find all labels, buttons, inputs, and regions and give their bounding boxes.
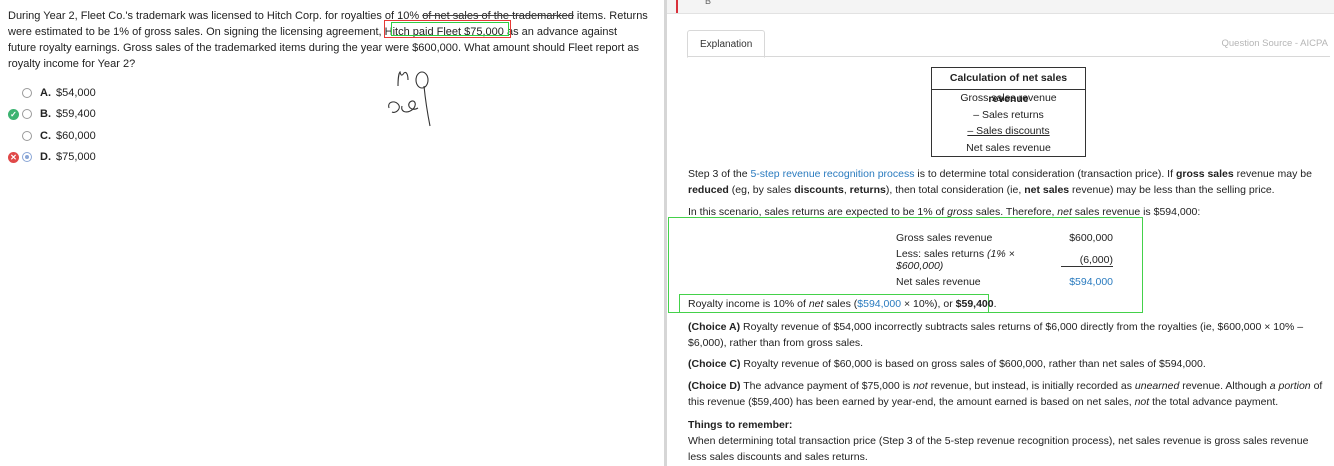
status-icon — [8, 130, 19, 141]
calc-row: – Sales returns — [973, 108, 1044, 121]
table-row: Less: sales returns (1% × $600,000) (6,0… — [896, 248, 1113, 272]
table-row: Net sales revenue $594,000 — [896, 276, 1113, 288]
calc-row: Gross sales revenue — [960, 92, 1057, 104]
choice-text: $75,000 — [56, 151, 96, 164]
choice-d-explanation: (Choice D) The advance payment of $75,00… — [688, 380, 1323, 408]
choice-text: $54,000 — [56, 86, 96, 99]
choice-a[interactable]: A. $54,000 — [8, 82, 96, 104]
choice-a-explanation: (Choice A) Royalty revenue of $54,000 in… — [688, 321, 1304, 349]
explanation-pane: B Explanation Question Source - AICPA Ca… — [667, 0, 1334, 466]
choice-c[interactable]: C. $60,000 — [8, 125, 96, 147]
radio-button[interactable] — [22, 87, 32, 98]
check-icon: ✓ — [8, 108, 19, 120]
choice-text: $60,000 — [56, 129, 96, 142]
choice-letter: B. — [40, 108, 51, 121]
tab-underline — [687, 56, 1330, 57]
handwritten-annotation — [388, 70, 431, 127]
royalty-paragraph: Royalty income is 10% of net sales ($594… — [688, 298, 997, 310]
top-strip: B — [667, 0, 1334, 14]
tab-explanation[interactable]: Explanation — [687, 30, 766, 58]
question-pane: During Year 2, Fleet Co.'s trademark was… — [0, 0, 664, 466]
choice-letter: C. — [40, 129, 51, 142]
radio-button-selected[interactable] — [22, 152, 32, 163]
calc-row: – Sales discounts — [967, 125, 1050, 137]
radio-button[interactable] — [22, 109, 32, 120]
choice-b[interactable]: ✓ B. $59,400 — [8, 104, 96, 126]
status-icon — [8, 87, 19, 98]
question-source: Question Source - AICPA — [1221, 38, 1329, 49]
answer-choices: A. $54,000 ✓ B. $59,400 C. $60,000 ✕ D. … — [8, 82, 96, 168]
calculation-table: Calculation of net sales revenue Gross s… — [931, 67, 1086, 157]
net-sales-table: Gross sales revenue $600,000 Less: sales… — [896, 227, 1113, 293]
choice-letter: D. — [40, 151, 51, 164]
red-marker — [676, 0, 678, 13]
radio-button[interactable] — [22, 130, 32, 141]
choice-text: $59,400 — [56, 108, 96, 121]
choice-d[interactable]: ✕ D. $75,000 — [8, 147, 96, 169]
x-icon: ✕ — [8, 151, 19, 163]
step3-paragraph: Step 3 of the 5-step revenue recognition… — [688, 168, 1312, 196]
green-highlight-box — [391, 22, 509, 36]
table-row: Gross sales revenue $600,000 — [896, 232, 1113, 244]
things-heading: Things to remember: — [688, 419, 793, 431]
strip-text: B — [705, 0, 712, 6]
choice-letter: A. — [40, 86, 51, 99]
calc-table-title: Calculation of net sales revenue — [932, 68, 1085, 105]
things-text: When determining total transaction price… — [688, 435, 1309, 463]
question-text: During Year 2, Fleet Co.'s trademark was… — [8, 10, 423, 22]
tab-label: Explanation — [700, 38, 753, 50]
calc-row: Net sales revenue — [966, 141, 1051, 154]
choice-c-explanation: (Choice C) Royalty revenue of $60,000 is… — [688, 358, 1206, 370]
revenue-process-link[interactable]: 5-step revenue recognition process — [750, 168, 914, 180]
question-stem: During Year 2, Fleet Co.'s trademark was… — [8, 8, 648, 72]
